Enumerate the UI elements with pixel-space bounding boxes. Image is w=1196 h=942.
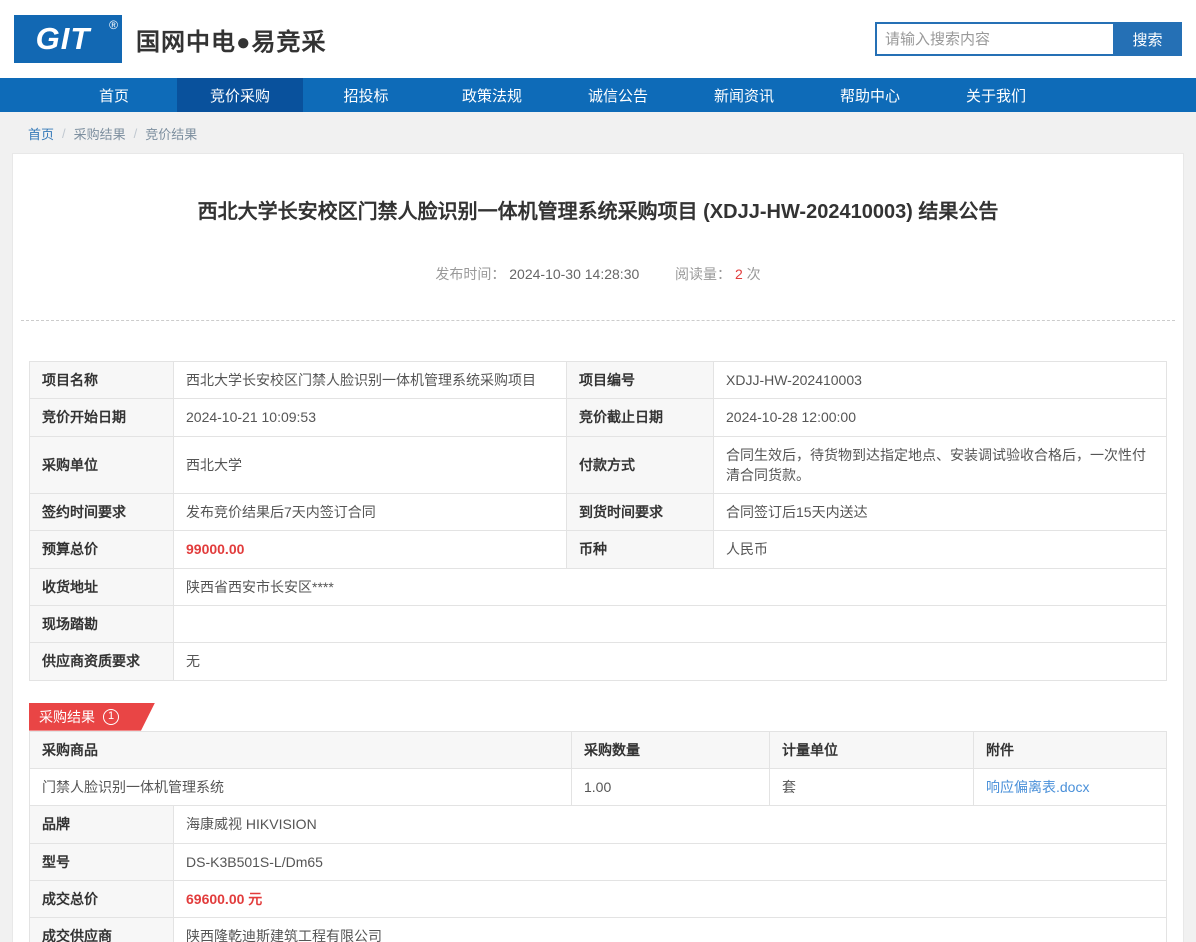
page-title: 西北大学长安校区门禁人脸识别一体机管理系统采购项目 (XDJJ-HW-20241… xyxy=(13,154,1183,226)
info-value-bid-deadline: 2024-10-28 12:00:00 xyxy=(714,399,1167,436)
info-label-site-survey: 现场踏勘 xyxy=(30,606,174,643)
nav-item-integrity-notices[interactable]: 诚信公告 xyxy=(555,78,681,112)
detail-label-winning-supplier: 成交供应商 xyxy=(30,918,174,942)
announcement-card: 西北大学长安校区门禁人脸识别一体机管理系统采购项目 (XDJJ-HW-20241… xyxy=(12,153,1184,942)
nav-item-about-us[interactable]: 关于我们 xyxy=(933,78,1059,112)
views-unit: 次 xyxy=(747,266,761,282)
nav-item-news[interactable]: 新闻资讯 xyxy=(681,78,807,112)
detail-label-deal-price: 成交总价 xyxy=(30,880,174,917)
nav-item-home[interactable]: 首页 xyxy=(51,78,177,112)
detail-value-deal-price: 69600.00 元 xyxy=(174,880,1167,917)
project-info-table: 项目名称 西北大学长安校区门禁人脸识别一体机管理系统采购项目 项目编号 XDJJ… xyxy=(29,361,1167,681)
site-title: 国网中电●易竞采 xyxy=(136,22,327,57)
nav-item-policies[interactable]: 政策法规 xyxy=(429,78,555,112)
table-header-row: 采购商品 采购数量 计量单位 附件 xyxy=(30,731,1167,768)
publish-time-label: 发布时间： xyxy=(435,266,505,282)
nav-item-help-center[interactable]: 帮助中心 xyxy=(807,78,933,112)
views-label: 阅读量： xyxy=(675,266,731,282)
ribbon-count-badge: 1 xyxy=(103,709,119,725)
info-value-project-number: XDJJ-HW-202410003 xyxy=(714,362,1167,399)
table-row: 成交供应商 陕西隆乾迪斯建筑工程有限公司 xyxy=(30,918,1167,942)
table-row: 现场踏勘 xyxy=(30,606,1167,643)
attachment-link[interactable]: 响应偏离表.docx xyxy=(986,779,1089,795)
info-value-site-survey xyxy=(174,606,1167,643)
breadcrumb: 首页 / 采购结果 / 竞价结果 xyxy=(0,112,1196,153)
breadcrumb-separator: / xyxy=(134,126,138,141)
info-label-signing-time: 签约时间要求 xyxy=(30,494,174,531)
result-header-quantity: 采购数量 xyxy=(572,731,770,768)
search-bar: 搜索 xyxy=(875,22,1182,56)
result-product-quantity: 1.00 xyxy=(572,768,770,805)
info-label-payment-method: 付款方式 xyxy=(567,436,714,494)
detail-label-brand: 品牌 xyxy=(30,806,174,843)
info-label-project-name: 项目名称 xyxy=(30,362,174,399)
info-value-purchaser: 西北大学 xyxy=(174,436,567,494)
publish-time-value: 2024-10-30 14:28:30 xyxy=(509,266,639,282)
result-product-unit: 套 xyxy=(770,768,974,805)
info-value-delivery-time: 合同签订后15天内送达 xyxy=(714,494,1167,531)
ribbon-label: 采购结果 xyxy=(39,707,95,727)
logo-text: GIT xyxy=(36,21,101,57)
info-label-currency: 币种 xyxy=(567,531,714,568)
nav-item-tenders[interactable]: 招投标 xyxy=(303,78,429,112)
detail-label-model: 型号 xyxy=(30,843,174,880)
info-value-currency: 人民币 xyxy=(714,531,1167,568)
search-input[interactable] xyxy=(875,22,1113,56)
info-label-project-number: 项目编号 xyxy=(567,362,714,399)
table-row: 品牌 海康威视 HIKVISION xyxy=(30,806,1167,843)
result-header-unit: 计量单位 xyxy=(770,731,974,768)
info-label-purchaser: 采购单位 xyxy=(30,436,174,494)
detail-value-winning-supplier: 陕西隆乾迪斯建筑工程有限公司 xyxy=(174,918,1167,942)
result-items-table: 采购商品 采购数量 计量单位 附件 门禁人脸识别一体机管理系统 1.00 套 响… xyxy=(29,731,1167,807)
registered-trademark-icon: ® xyxy=(109,18,118,32)
result-header-attachment: 附件 xyxy=(974,731,1167,768)
table-row: 预算总价 99000.00 币种 人民币 xyxy=(30,531,1167,568)
breadcrumb-separator: / xyxy=(62,126,66,141)
result-header-product: 采购商品 xyxy=(30,731,572,768)
info-value-supplier-qualification: 无 xyxy=(174,643,1167,680)
table-row: 供应商资质要求 无 xyxy=(30,643,1167,680)
info-value-signing-time: 发布竞价结果后7天内签订合同 xyxy=(174,494,567,531)
detail-value-model: DS-K3B501S-L/Dm65 xyxy=(174,843,1167,880)
info-label-delivery-address: 收货地址 xyxy=(30,568,174,605)
info-value-project-name: 西北大学长安校区门禁人脸识别一体机管理系统采购项目 xyxy=(174,362,567,399)
info-label-supplier-qualification: 供应商资质要求 xyxy=(30,643,174,680)
search-button[interactable]: 搜索 xyxy=(1113,22,1182,56)
table-row: 项目名称 西北大学长安校区门禁人脸识别一体机管理系统采购项目 项目编号 XDJJ… xyxy=(30,362,1167,399)
info-label-delivery-time: 到货时间要求 xyxy=(567,494,714,531)
table-row: 门禁人脸识别一体机管理系统 1.00 套 响应偏离表.docx xyxy=(30,768,1167,805)
table-row: 型号 DS-K3B501S-L/Dm65 xyxy=(30,843,1167,880)
info-value-budget-total: 99000.00 xyxy=(174,531,567,568)
table-row: 竞价开始日期 2024-10-21 10:09:53 竞价截止日期 2024-1… xyxy=(30,399,1167,436)
result-detail-table: 品牌 海康威视 HIKVISION 型号 DS-K3B501S-L/Dm65 成… xyxy=(29,805,1167,942)
result-product-name: 门禁人脸识别一体机管理系统 xyxy=(30,768,572,805)
site-logo[interactable]: GIT ® xyxy=(14,15,122,63)
breadcrumb-procurement-results[interactable]: 采购结果 xyxy=(74,124,126,143)
table-row: 收货地址 陕西省西安市长安区**** xyxy=(30,568,1167,605)
table-row: 签约时间要求 发布竞价结果后7天内签订合同 到货时间要求 合同签订后15天内送达 xyxy=(30,494,1167,531)
breadcrumb-home[interactable]: 首页 xyxy=(28,124,54,143)
procurement-result-ribbon: 采购结果 1 xyxy=(29,703,155,731)
table-row: 采购单位 西北大学 付款方式 合同生效后，待货物到达指定地点、安装调试验收合格后… xyxy=(30,436,1167,494)
info-value-bid-start: 2024-10-21 10:09:53 xyxy=(174,399,567,436)
info-label-bid-deadline: 竞价截止日期 xyxy=(567,399,714,436)
site-header: GIT ® 国网中电●易竞采 搜索 xyxy=(0,0,1196,78)
info-label-budget-total: 预算总价 xyxy=(30,531,174,568)
info-label-bid-start: 竞价开始日期 xyxy=(30,399,174,436)
table-row: 成交总价 69600.00 元 xyxy=(30,880,1167,917)
info-value-delivery-address: 陕西省西安市长安区**** xyxy=(174,568,1167,605)
dashed-divider xyxy=(21,320,1175,321)
views-count: 2 xyxy=(735,266,743,282)
main-nav: 首页 竞价采购 招投标 政策法规 诚信公告 新闻资讯 帮助中心 关于我们 xyxy=(0,78,1196,112)
info-value-payment-method: 合同生效后，待货物到达指定地点、安装调试验收合格后，一次性付清合同货款。 xyxy=(714,436,1167,494)
detail-value-brand: 海康威视 HIKVISION xyxy=(174,806,1167,843)
article-meta: 发布时间： 2024-10-30 14:28:30 阅读量： 2 次 xyxy=(13,264,1183,284)
breadcrumb-bidding-results[interactable]: 竞价结果 xyxy=(145,124,197,143)
nav-item-bidding-procurement[interactable]: 竞价采购 xyxy=(177,78,303,112)
